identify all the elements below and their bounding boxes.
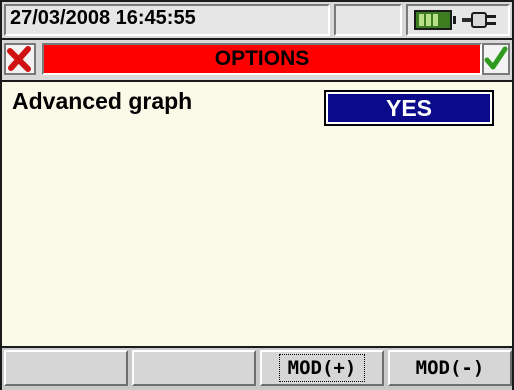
close-button[interactable] [4, 43, 36, 75]
datetime: 27/03/2008 16:45:55 [10, 7, 196, 29]
title-banner: OPTIONS [42, 43, 482, 75]
status-bar: 27/03/2008 16:45:55 [2, 2, 512, 40]
softkey-mod-plus[interactable]: MOD(+) [260, 350, 384, 386]
softkey-2[interactable] [132, 350, 256, 386]
option-label: Advanced graph [12, 88, 193, 114]
softkey-mod-minus[interactable]: MOD(-) [388, 350, 512, 386]
option-value-field[interactable]: YES [324, 90, 494, 126]
device-screen: 27/03/2008 16:45:55 OPTIONS Advanced gra… [0, 0, 514, 390]
battery-icon [414, 10, 456, 30]
confirm-button[interactable] [482, 43, 510, 75]
softkey-1[interactable] [4, 350, 128, 386]
softkey-bar: MOD(+) MOD(-) [2, 346, 512, 390]
title-bar: OPTIONS [2, 40, 512, 82]
close-icon [7, 46, 31, 72]
options-content: Advanced graph YES [2, 82, 512, 346]
datetime-cell: 27/03/2008 16:45:55 [4, 4, 330, 36]
status-icons-cell [406, 4, 510, 36]
page-title: OPTIONS [214, 47, 310, 70]
status-empty-cell [334, 4, 402, 36]
confirm-check-icon [484, 46, 508, 70]
softkey-mod-plus-label: MOD(+) [278, 354, 366, 382]
power-plug-icon [462, 12, 496, 28]
